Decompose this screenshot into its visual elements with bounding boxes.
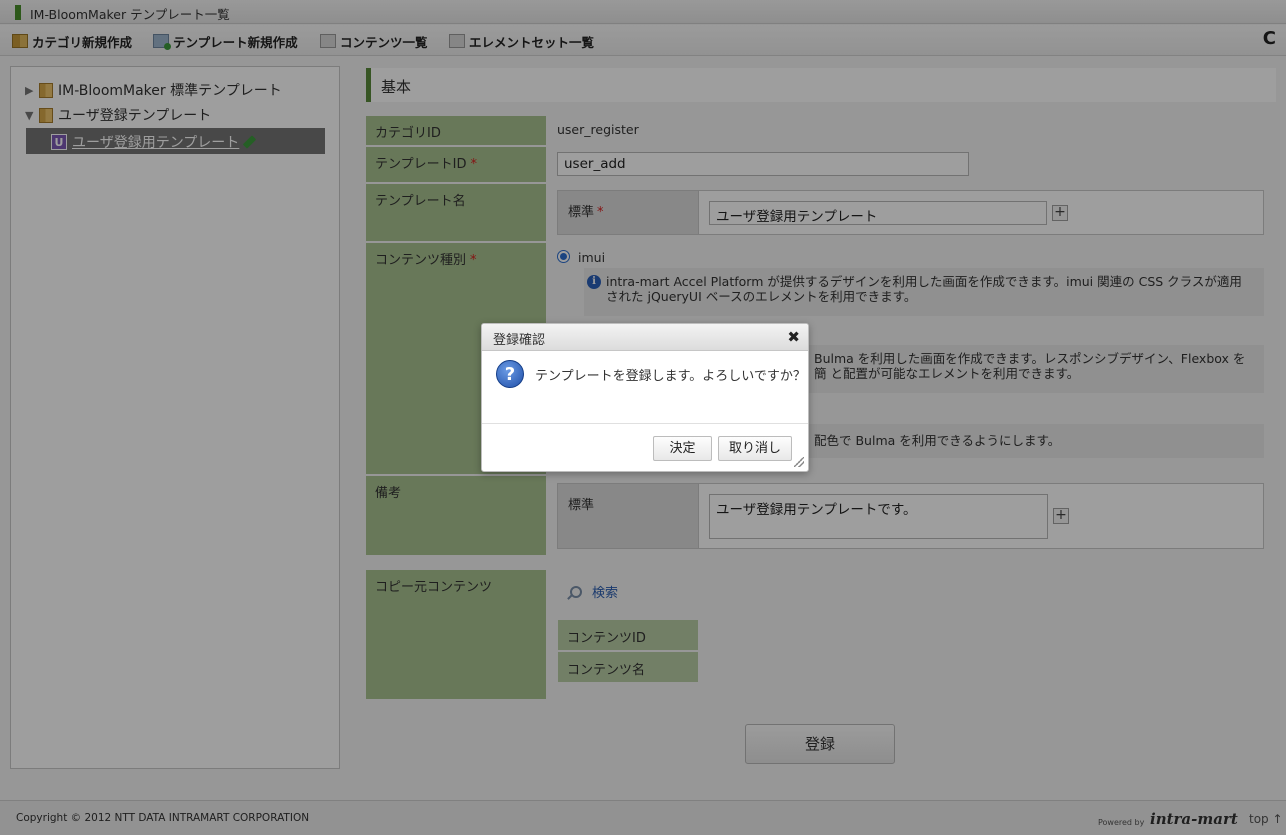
ok-button[interactable]: 決定: [653, 436, 712, 461]
cancel-button[interactable]: 取り消し: [718, 436, 792, 461]
confirm-dialog: 登録確認 ✖ ? テンプレートを登録します。よろしいですか？ 決定 取り消し: [481, 323, 809, 472]
resize-grip-icon[interactable]: [794, 457, 804, 467]
dialog-titlebar[interactable]: 登録確認 ✖: [482, 324, 808, 351]
dialog-separator: [482, 423, 808, 424]
close-icon[interactable]: ✖: [787, 328, 800, 346]
question-icon: ?: [496, 360, 524, 388]
dialog-title: 登録確認: [493, 333, 546, 348]
dialog-message: テンプレートを登録します。よろしいですか？: [535, 369, 806, 384]
